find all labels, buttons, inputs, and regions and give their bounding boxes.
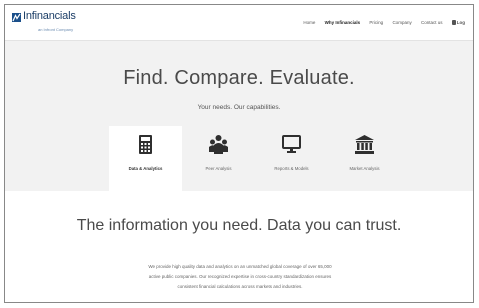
brand-name: Infinancials [23,10,76,22]
tab-reports-models[interactable]: Reports & Models [255,126,328,191]
tab-label: Market Analysis [349,166,380,171]
bank-icon [355,135,374,154]
people-icon [209,135,228,154]
hero-subtitle: Your needs. Our capabilities. [197,104,281,111]
description-line: We provide high quality data and analyti… [148,264,332,269]
hero-section: Find. Compare. Evaluate. Your needs. Our… [5,41,473,191]
tab-market-analysis[interactable]: Market Analysis [328,126,401,191]
nav-item-login[interactable]: Log [451,20,465,26]
nav-item-home[interactable]: Home [303,20,315,25]
brand-tagline: an Infront Company [38,27,74,32]
main-description: We provide high quality data and analyti… [125,262,355,292]
description-line: consistent financial calculations across… [177,284,303,289]
top-navbar: Infinancials an Infront Company Home Why… [5,5,473,41]
lock-icon [451,20,456,26]
calculator-icon [139,135,152,154]
browser-viewport: Infinancials an Infront Company Home Why… [4,4,474,303]
nav-links: Home Why Infinancials Pricing Company Co… [295,20,465,26]
tab-label: Data & Analytics [128,166,163,171]
nav-item-contact-us[interactable]: Contact us [421,20,443,25]
tab-peer-analysis[interactable]: Peer Analysis [182,126,255,191]
capability-tabs: Data & Analytics Peer Analysis Reports &… [109,126,401,191]
nav-item-why-infinancials[interactable]: Why Infinancials [325,20,361,25]
login-label: Log [456,20,465,25]
nav-item-company[interactable]: Company [392,20,411,25]
description-line: active public companies. Our recognized … [148,274,332,279]
tab-label: Peer Analysis [205,166,232,171]
hero-title: Find. Compare. Evaluate. [123,67,355,89]
tab-label: Reports & Models [274,166,309,171]
logo-mark-icon [12,13,21,22]
tab-data-analytics[interactable]: Data & Analytics [109,126,182,191]
main-headline: The information you need. Data you can t… [76,217,402,234]
monitor-icon [282,135,301,153]
nav-item-pricing[interactable]: Pricing [369,20,383,25]
